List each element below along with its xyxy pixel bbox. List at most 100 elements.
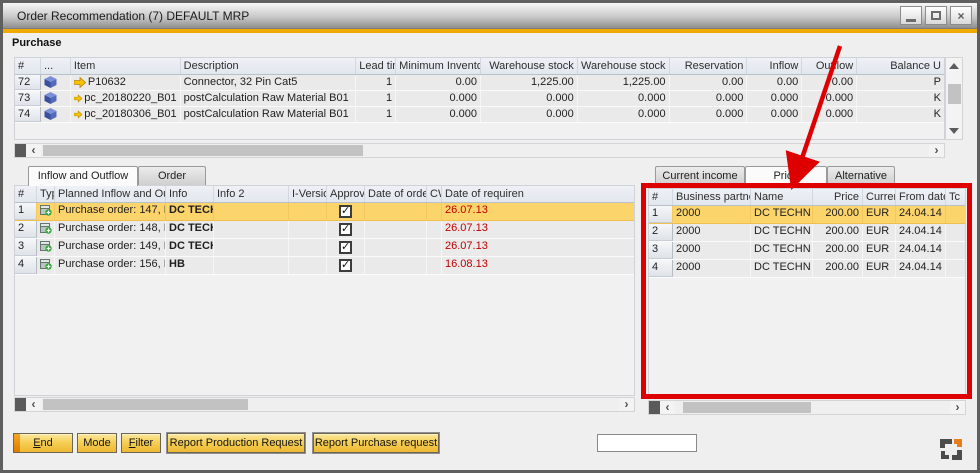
cell-price[interactable]: 200.00	[813, 242, 863, 259]
hscrollbar-thumb[interactable]	[43, 399, 248, 410]
cell-to-date[interactable]	[946, 242, 965, 259]
cell-business-partner[interactable]: 2000	[673, 260, 751, 277]
cell-lead-time[interactable]: 1	[356, 75, 396, 90]
cell-currency[interactable]: EUR	[863, 206, 896, 223]
table-row[interactable]: 3 2000 DC TECHN 200.00 EUR 24.04.14	[649, 242, 965, 260]
approved-checkbox-checked[interactable]: ✓	[339, 223, 352, 236]
mode-button[interactable]: Mode	[77, 433, 117, 453]
cell-currency[interactable]: EUR	[863, 242, 896, 259]
hscrollbar-thumb[interactable]	[683, 402, 811, 413]
cell-warehouse-stock-2[interactable]: 0.000	[578, 91, 670, 106]
cell-from-date[interactable]: 24.04.14	[896, 206, 946, 223]
cell-info2[interactable]	[214, 221, 289, 238]
cell-name[interactable]: DC TECHN	[751, 242, 813, 259]
link-arrow-icon[interactable]	[74, 77, 86, 88]
scroll-right-icon[interactable]: ›	[619, 398, 634, 411]
cell-approved[interactable]: ✓	[327, 257, 365, 274]
table-row[interactable]: 73 pc_20180220_B01 postCalculation Raw M…	[15, 91, 944, 107]
cell-iversion[interactable]	[289, 221, 327, 238]
tab-current-income[interactable]: Current income	[655, 166, 745, 185]
table-row[interactable]: 2 2000 DC TECHN 200.00 EUR 24.04.14	[649, 224, 965, 242]
table-row[interactable]: 74 pc_20180306_B01 postCalculation Raw M…	[15, 107, 944, 123]
row-number-cell[interactable]: 4	[15, 257, 37, 274]
row-number-cell[interactable]: 1	[649, 206, 673, 223]
row-number-cell[interactable]: 73	[15, 91, 41, 106]
cell-date-of-requirement[interactable]: 16.08.13	[442, 257, 634, 274]
tab-order[interactable]: Order	[138, 166, 206, 185]
cell-outflow[interactable]: 0.000	[802, 91, 857, 106]
report-purchase-request-button[interactable]: Report Purchase request	[313, 433, 439, 453]
approved-checkbox-checked[interactable]: ✓	[339, 241, 352, 254]
end-button[interactable]: End	[13, 433, 73, 453]
cell-min-inventory[interactable]: 0.00	[396, 75, 481, 90]
cell-business-partner[interactable]: 2000	[673, 206, 751, 223]
cell-warehouse-stock-1[interactable]: 0.000	[481, 91, 578, 106]
row-number-cell[interactable]: 1	[15, 203, 37, 220]
row-number-cell[interactable]: 74	[15, 107, 41, 122]
cell-info2[interactable]	[214, 203, 289, 220]
scroll-right-icon[interactable]: ›	[929, 144, 944, 157]
cell-from-date[interactable]: 24.04.14	[896, 242, 946, 259]
table-row[interactable]: 4 Purchase order: 156, Pos 1 HB ✓ 16.08.…	[15, 257, 634, 275]
scroll-left-icon[interactable]: ‹	[26, 144, 41, 157]
row-number-cell[interactable]: 3	[15, 239, 37, 256]
cell-to-date[interactable]	[946, 224, 965, 241]
cell-date-of-order[interactable]	[365, 239, 427, 256]
cell-currency[interactable]: EUR	[863, 260, 896, 277]
cell-approved[interactable]: ✓	[327, 203, 365, 220]
inflow-table-hscrollbar[interactable]: ‹ ›	[14, 397, 635, 412]
cell-warehouse-stock-1[interactable]: 1,225.00	[481, 75, 578, 90]
approved-checkbox-checked[interactable]: ✓	[339, 205, 352, 218]
cell-from-date[interactable]: 24.04.14	[896, 260, 946, 277]
filter-button[interactable]: Filter	[121, 433, 161, 453]
table-row[interactable]: 4 2000 DC TECHN 200.00 EUR 24.04.14	[649, 260, 965, 278]
cell-inflow[interactable]: 0.00	[747, 75, 802, 90]
cell-info[interactable]: DC TECHNOLOG	[166, 221, 214, 238]
item-code[interactable]: P10632	[88, 76, 126, 88]
cell-lead-time[interactable]: 1	[356, 107, 396, 122]
cell-cw[interactable]	[427, 203, 442, 220]
row-number-cell[interactable]: 3	[649, 242, 673, 259]
item-code[interactable]: pc_20180306_B01	[84, 108, 176, 120]
link-arrow-icon[interactable]	[74, 93, 82, 104]
scroll-left-icon[interactable]: ‹	[660, 401, 675, 414]
cell-approved[interactable]: ✓	[327, 221, 365, 238]
cell-info[interactable]: HB	[166, 257, 214, 274]
cell-reservation[interactable]: 0.00	[670, 75, 748, 90]
cell-min-inventory[interactable]: 0.000	[396, 91, 481, 106]
row-number-cell[interactable]: 4	[649, 260, 673, 277]
cell-price[interactable]: 200.00	[813, 224, 863, 241]
cell-date-of-order[interactable]	[365, 257, 427, 274]
minimize-button[interactable]	[900, 6, 922, 25]
cell-planned-order[interactable]: Purchase order: 156, Pos 1	[55, 257, 166, 274]
table-row[interactable]: 2 Purchase order: 148, Pos 1 DC TECHNOLO…	[15, 221, 634, 239]
cell-currency[interactable]: EUR	[863, 224, 896, 241]
cell-date-of-order[interactable]	[365, 203, 427, 220]
table-row[interactable]: 1 Purchase order: 147, Pos 1 DC TECHNOLO…	[15, 203, 634, 221]
cell-inflow[interactable]: 0.000	[747, 91, 802, 106]
cell-date-of-requirement[interactable]: 26.07.13	[442, 203, 634, 220]
cell-date-of-requirement[interactable]: 26.07.13	[442, 239, 634, 256]
report-production-request-button[interactable]: Report Production Request	[167, 433, 305, 453]
tab-price[interactable]: Price	[745, 166, 827, 186]
cell-date-of-order[interactable]	[365, 221, 427, 238]
cell-iversion[interactable]	[289, 239, 327, 256]
cell-balance[interactable]: K	[857, 107, 944, 122]
cell-info[interactable]: DC TECHNOLOG	[166, 239, 214, 256]
cell-approved[interactable]: ✓	[327, 239, 365, 256]
footer-text-input[interactable]	[597, 434, 697, 452]
title-bar[interactable]: Order Recommendation (7) DEFAULT MRP ×	[3, 3, 977, 29]
cell-description[interactable]: postCalculation Raw Material B01	[181, 107, 357, 122]
cell-description[interactable]: postCalculation Raw Material B01	[181, 91, 357, 106]
tab-alternative[interactable]: Alternative	[827, 166, 895, 185]
table-row[interactable]: 3 Purchase order: 149, Pos 1 DC TECHNOLO…	[15, 239, 634, 257]
cell-reservation[interactable]: 0.000	[670, 107, 748, 122]
cell-outflow[interactable]: 0.00	[802, 75, 857, 90]
row-number-cell[interactable]: 72	[15, 75, 41, 90]
cell-business-partner[interactable]: 2000	[673, 224, 751, 241]
cell-outflow[interactable]: 0.000	[802, 107, 857, 122]
resize-grip-icon[interactable]	[939, 437, 963, 461]
scrollbar-track[interactable]	[675, 401, 950, 414]
close-button[interactable]: ×	[950, 6, 972, 25]
cell-cw[interactable]	[427, 221, 442, 238]
